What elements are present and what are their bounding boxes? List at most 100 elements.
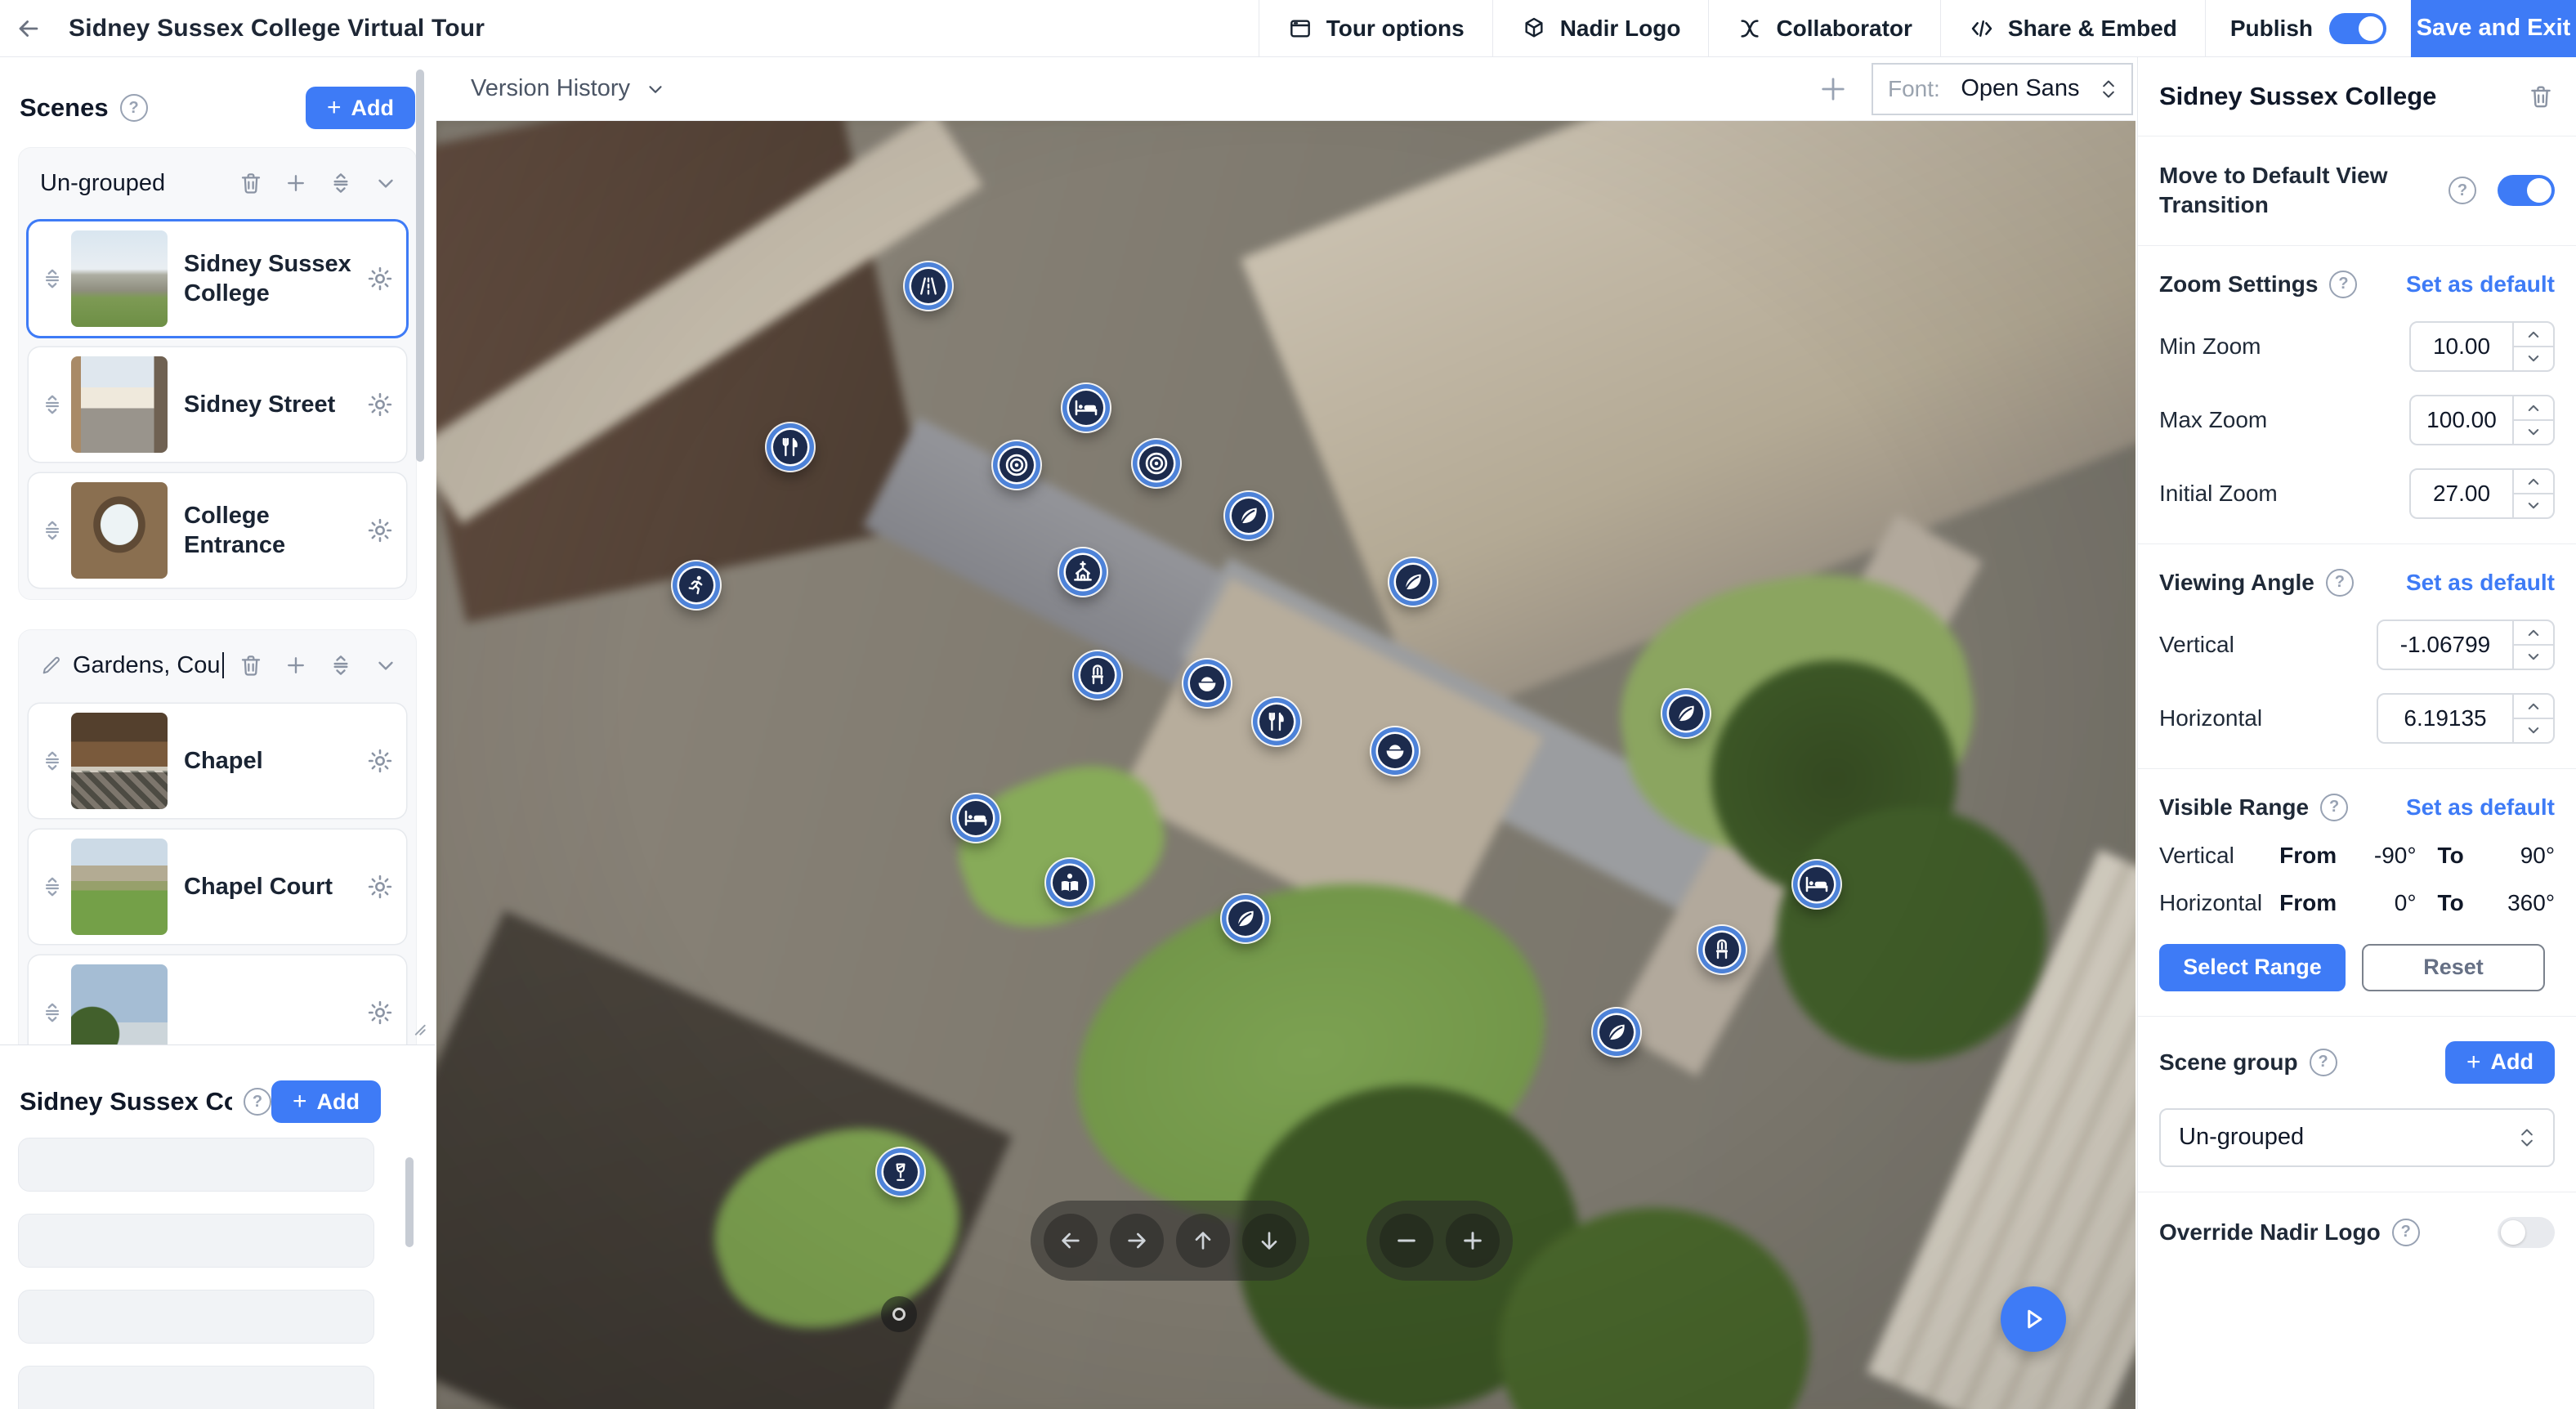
zoom-settings-help-icon[interactable]: ?	[2329, 271, 2357, 298]
scene-card[interactable]	[29, 955, 406, 1045]
leaf-marker[interactable]	[1389, 558, 1437, 606]
add-scene-group-button[interactable]: +Add	[2445, 1041, 2555, 1084]
nadir-logo-button[interactable]: Nadir Logo	[1492, 0, 1709, 57]
scene-card[interactable]: Sidney Street	[29, 347, 406, 462]
road-marker[interactable]	[905, 262, 952, 310]
trash-icon[interactable]	[238, 170, 264, 196]
trash-icon[interactable]	[238, 652, 264, 678]
hotspot-list-item[interactable]	[18, 1290, 374, 1344]
scenes-scrollbar[interactable]	[416, 69, 424, 462]
gear-icon[interactable]	[365, 264, 395, 293]
leaf-marker[interactable]	[1662, 690, 1710, 737]
gear-icon[interactable]	[365, 998, 395, 1027]
leaf-marker[interactable]	[1225, 492, 1272, 539]
stepper-down-icon[interactable]	[2514, 493, 2553, 517]
scene-card[interactable]: Sidney Sussex College	[29, 221, 406, 336]
scene-group-select[interactable]: Un-grouped	[2159, 1108, 2555, 1167]
scene-card[interactable]: Chapel Court	[29, 830, 406, 944]
move-default-help-icon[interactable]: ?	[2449, 177, 2476, 204]
select-range-button[interactable]: Select Range	[2159, 944, 2346, 991]
publish-toggle[interactable]	[2329, 13, 2386, 44]
font-select[interactable]: Font: Open Sans	[1872, 63, 2133, 115]
initial-zoom-input[interactable]: 27.00	[2409, 468, 2555, 519]
bullseye-marker[interactable]	[993, 441, 1040, 489]
add-scene-to-group-icon[interactable]	[284, 653, 308, 678]
zoom-set-default-link[interactable]: Set as default	[2406, 271, 2555, 297]
bowl-marker[interactable]	[1371, 727, 1419, 775]
scene-group-help-icon[interactable]: ?	[2310, 1049, 2337, 1076]
override-nadir-help-icon[interactable]: ?	[2392, 1219, 2420, 1246]
scenes-help-icon[interactable]: ?	[120, 94, 148, 122]
leaf-marker[interactable]	[1222, 895, 1269, 942]
angle-set-default-link[interactable]: Set as default	[2406, 570, 2555, 596]
drag-handle-icon[interactable]	[40, 873, 65, 901]
stepper-down-icon[interactable]	[2514, 644, 2553, 669]
stepper-up-icon[interactable]	[2514, 621, 2553, 644]
horizontal-angle-input[interactable]: 6.19135	[2377, 693, 2555, 744]
book-marker[interactable]	[1046, 859, 1093, 906]
pencil-icon[interactable]	[40, 654, 63, 677]
tour-options-button[interactable]: Tour options	[1259, 0, 1492, 57]
hotspot-list-item[interactable]	[18, 1214, 374, 1268]
scene-card[interactable]: Chapel	[29, 704, 406, 818]
sort-icon[interactable]	[328, 170, 354, 196]
delete-scene-icon[interactable]	[2527, 83, 2555, 110]
panorama-viewport[interactable]	[436, 121, 2135, 1409]
drag-handle-icon[interactable]	[40, 517, 65, 544]
bed-marker[interactable]	[952, 794, 1000, 842]
pan-down-button[interactable]	[1242, 1214, 1296, 1268]
bullseye-marker[interactable]	[1133, 440, 1180, 487]
gear-icon[interactable]	[365, 516, 395, 545]
drag-handle-icon[interactable]	[40, 391, 65, 418]
collaborator-button[interactable]: Collaborator	[1708, 0, 1939, 57]
leaf-marker[interactable]	[1593, 1009, 1640, 1056]
group-name-input[interactable]: Gardens, Cou	[73, 652, 221, 679]
bed-marker[interactable]	[1062, 384, 1110, 432]
chair-marker[interactable]	[1698, 926, 1746, 973]
version-history-dropdown[interactable]: Version History	[471, 75, 666, 102]
stepper-up-icon[interactable]	[2514, 396, 2553, 419]
stepper-up-icon[interactable]	[2514, 323, 2553, 346]
runner-marker[interactable]	[673, 561, 720, 609]
zoom-in-button[interactable]	[1446, 1214, 1500, 1268]
max-zoom-input[interactable]: 100.00	[2409, 395, 2555, 445]
chevron-down-icon[interactable]	[373, 171, 398, 195]
hotspot-list-item[interactable]	[18, 1366, 374, 1409]
restaurant-marker[interactable]	[1253, 698, 1300, 745]
stepper-down-icon[interactable]	[2514, 718, 2553, 742]
pan-up-button[interactable]	[1176, 1214, 1230, 1268]
pan-right-button[interactable]	[1110, 1214, 1164, 1268]
wine-marker[interactable]	[877, 1148, 924, 1196]
resize-grip-icon[interactable]	[407, 1017, 428, 1038]
back-button[interactable]	[0, 0, 57, 57]
sort-icon[interactable]	[328, 652, 354, 678]
share-embed-button[interactable]: Share & Embed	[1940, 0, 2205, 57]
min-zoom-input[interactable]: 10.00	[2409, 321, 2555, 372]
add-scene-to-group-icon[interactable]	[284, 171, 308, 195]
stepper-down-icon[interactable]	[2514, 346, 2553, 370]
bed-marker[interactable]	[1793, 861, 1840, 908]
hotspot-list-item[interactable]	[18, 1138, 374, 1192]
move-default-toggle[interactable]	[2498, 175, 2555, 206]
scene-card[interactable]: College Entrance	[29, 473, 406, 588]
gear-icon[interactable]	[365, 390, 395, 419]
override-nadir-toggle[interactable]	[2498, 1217, 2555, 1248]
reset-range-button[interactable]: Reset	[2362, 944, 2545, 991]
bowl-marker[interactable]	[1183, 660, 1231, 707]
drag-handle-icon[interactable]	[40, 747, 65, 775]
drag-handle-icon[interactable]	[40, 265, 65, 293]
zoom-out-button[interactable]	[1380, 1214, 1433, 1268]
add-hotspot-button[interactable]: +Add	[271, 1080, 381, 1123]
hotspot-scrollbar[interactable]	[405, 1157, 414, 1247]
hotspot-help-icon[interactable]: ?	[244, 1088, 271, 1116]
chevron-down-icon[interactable]	[373, 653, 398, 678]
chair-marker[interactable]	[1074, 651, 1121, 699]
add-element-button[interactable]	[1816, 72, 1850, 106]
stepper-up-icon[interactable]	[2514, 470, 2553, 493]
gear-icon[interactable]	[365, 746, 395, 776]
preview-play-button[interactable]	[2001, 1286, 2066, 1352]
gear-icon[interactable]	[365, 872, 395, 901]
vertical-angle-input[interactable]: -1.06799	[2377, 620, 2555, 670]
pan-left-button[interactable]	[1044, 1214, 1098, 1268]
range-set-default-link[interactable]: Set as default	[2406, 794, 2555, 821]
